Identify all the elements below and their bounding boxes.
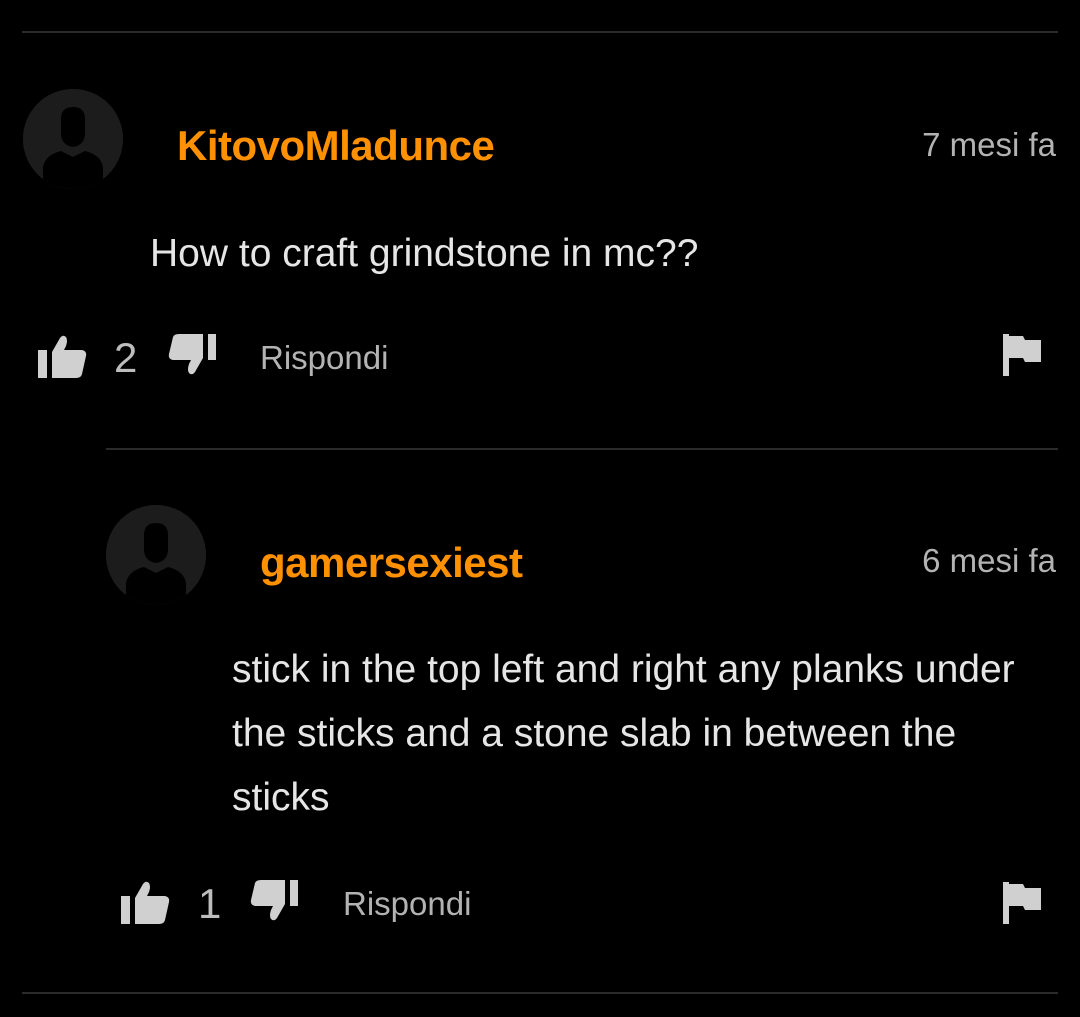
thumbs-up-icon[interactable] xyxy=(121,880,171,924)
timestamp: 6 mesi fa xyxy=(922,542,1056,579)
top-divider xyxy=(22,31,1058,33)
reply-button[interactable]: Rispondi xyxy=(260,341,388,374)
bottom-divider xyxy=(22,992,1058,994)
username[interactable]: KitovoMladunce xyxy=(177,125,495,167)
user-avatar-icon[interactable] xyxy=(23,89,123,189)
flag-icon[interactable] xyxy=(1003,334,1041,376)
like-count: 2 xyxy=(114,334,138,381)
reply-divider xyxy=(106,448,1058,450)
username[interactable]: gamersexiest xyxy=(260,542,523,584)
comment-actions: 2 Rispondi xyxy=(0,330,1080,380)
thumbs-up-icon[interactable] xyxy=(38,334,88,378)
timestamp: 7 mesi fa xyxy=(922,126,1056,163)
user-avatar-icon[interactable] xyxy=(106,505,206,605)
like-count: 1 xyxy=(198,880,222,927)
reply-button[interactable]: Rispondi xyxy=(343,887,471,920)
comment-text: stick in the top left and right any plan… xyxy=(232,648,1015,819)
thumbs-down-icon[interactable] xyxy=(250,880,298,922)
comment-text: How to craft grindstone in mc?? xyxy=(150,232,699,275)
thumbs-down-icon[interactable] xyxy=(168,334,216,376)
flag-icon[interactable] xyxy=(1003,882,1041,924)
comment-actions: 1 Rispondi xyxy=(0,876,1080,926)
